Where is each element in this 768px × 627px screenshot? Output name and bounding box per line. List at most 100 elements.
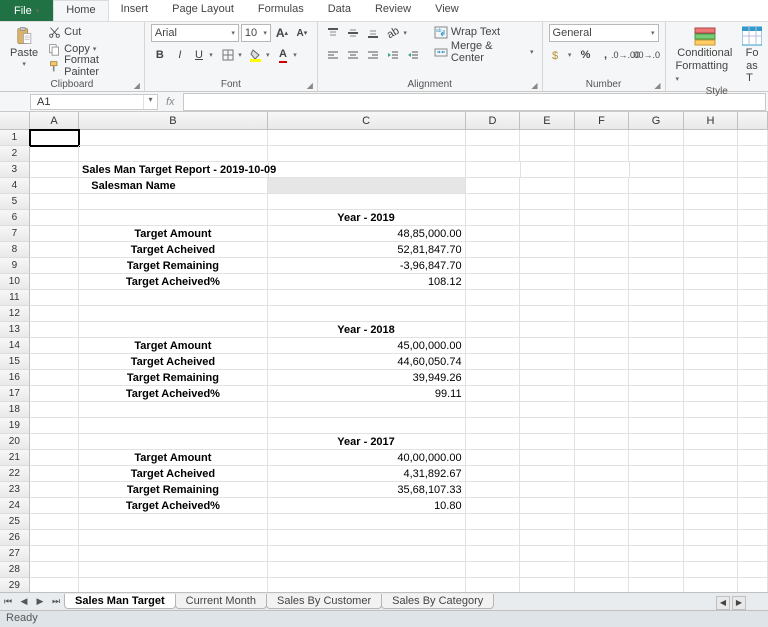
- cell[interactable]: [684, 530, 739, 546]
- cell[interactable]: [684, 498, 739, 514]
- cell[interactable]: [575, 322, 630, 338]
- cell[interactable]: [629, 514, 684, 530]
- cell[interactable]: Target Acheived: [79, 466, 267, 482]
- bold-button[interactable]: B: [151, 46, 169, 64]
- row-header[interactable]: 28: [0, 562, 30, 578]
- format-as-table-button[interactable]: Fo as T: [742, 24, 762, 86]
- cell[interactable]: [575, 530, 630, 546]
- scroll-left-icon[interactable]: ◀: [716, 596, 730, 610]
- font-size-combo[interactable]: 10▾: [241, 24, 271, 42]
- cell[interactable]: [629, 194, 684, 210]
- cell[interactable]: [520, 242, 575, 258]
- cell[interactable]: 35,68,107.33: [268, 482, 466, 498]
- cell[interactable]: [79, 418, 267, 434]
- cell[interactable]: [738, 386, 768, 402]
- cell[interactable]: [629, 546, 684, 562]
- cell[interactable]: [629, 226, 684, 242]
- cell[interactable]: [575, 434, 630, 450]
- cell[interactable]: [629, 306, 684, 322]
- dialog-launcher-icon[interactable]: ◢: [654, 81, 660, 90]
- cell[interactable]: [738, 562, 768, 578]
- cell[interactable]: [466, 306, 521, 322]
- cell[interactable]: [268, 290, 466, 306]
- cell[interactable]: [575, 306, 630, 322]
- cell[interactable]: [684, 226, 739, 242]
- cell[interactable]: 45,00,000.00: [268, 338, 466, 354]
- row-header[interactable]: 19: [0, 418, 30, 434]
- cell[interactable]: [30, 434, 80, 450]
- cell[interactable]: Year - 2019: [268, 210, 466, 226]
- chevron-down-icon[interactable]: ▾: [143, 95, 157, 109]
- row-header[interactable]: 8: [0, 242, 30, 258]
- cell[interactable]: [575, 178, 630, 194]
- cell[interactable]: [684, 546, 739, 562]
- cell[interactable]: [466, 130, 521, 146]
- cell[interactable]: [520, 418, 575, 434]
- row-header[interactable]: 20: [0, 434, 30, 450]
- cell[interactable]: [466, 146, 521, 162]
- cell[interactable]: [738, 546, 768, 562]
- cell[interactable]: [30, 354, 80, 370]
- cell[interactable]: [30, 194, 80, 210]
- cell[interactable]: 108.12: [268, 274, 466, 290]
- cell[interactable]: 4,31,892.67: [268, 466, 466, 482]
- cell[interactable]: [268, 530, 466, 546]
- col-header-edge[interactable]: [738, 112, 768, 129]
- cell[interactable]: [30, 482, 80, 498]
- cell[interactable]: [738, 482, 768, 498]
- cell[interactable]: [684, 402, 739, 418]
- cell[interactable]: [520, 466, 575, 482]
- row-header[interactable]: 2: [0, 146, 30, 162]
- cell[interactable]: [30, 386, 80, 402]
- cell[interactable]: [575, 418, 630, 434]
- cell[interactable]: [466, 370, 521, 386]
- cell[interactable]: [575, 274, 630, 290]
- col-header-A[interactable]: A: [30, 112, 80, 129]
- cell[interactable]: [520, 258, 575, 274]
- cell[interactable]: 48,85,000.00: [268, 226, 466, 242]
- cell[interactable]: [520, 178, 575, 194]
- cell[interactable]: [629, 338, 684, 354]
- row-header[interactable]: 3: [0, 162, 30, 178]
- cell[interactable]: [466, 450, 521, 466]
- cell[interactable]: [738, 530, 768, 546]
- row-header[interactable]: 25: [0, 514, 30, 530]
- cell[interactable]: [30, 258, 80, 274]
- row-header[interactable]: 26: [0, 530, 30, 546]
- row-header[interactable]: 10: [0, 274, 30, 290]
- fx-icon[interactable]: fx: [158, 96, 183, 108]
- row-header[interactable]: 11: [0, 290, 30, 306]
- cell[interactable]: [575, 354, 630, 370]
- cell[interactable]: [520, 338, 575, 354]
- cell[interactable]: [466, 290, 521, 306]
- number-format-combo[interactable]: General▾: [549, 24, 659, 42]
- cell[interactable]: [30, 322, 80, 338]
- cell[interactable]: Target Amount: [79, 226, 267, 242]
- cell[interactable]: [520, 146, 575, 162]
- decrease-indent-button[interactable]: [384, 46, 402, 64]
- cell[interactable]: [738, 402, 768, 418]
- cell[interactable]: [629, 498, 684, 514]
- cell[interactable]: [268, 146, 466, 162]
- cell[interactable]: [79, 530, 267, 546]
- cell[interactable]: [738, 306, 768, 322]
- select-all-corner[interactable]: [0, 112, 30, 129]
- cell[interactable]: [520, 306, 575, 322]
- row-header[interactable]: 23: [0, 482, 30, 498]
- conditional-formatting-button[interactable]: Conditional Formatting ▾: [672, 24, 739, 86]
- cell[interactable]: [684, 306, 739, 322]
- cell[interactable]: [466, 242, 521, 258]
- cell[interactable]: [738, 354, 768, 370]
- cell[interactable]: [466, 178, 521, 194]
- cell[interactable]: [30, 466, 80, 482]
- cell[interactable]: Target Amount: [79, 450, 267, 466]
- cell[interactable]: [520, 370, 575, 386]
- sheet-tab-sales-by-category[interactable]: Sales By Category: [381, 594, 494, 609]
- underline-button[interactable]: U▾: [191, 46, 217, 64]
- cell[interactable]: [738, 258, 768, 274]
- accounting-format-button[interactable]: $▾: [549, 46, 575, 64]
- cell[interactable]: [520, 498, 575, 514]
- cell[interactable]: [466, 418, 521, 434]
- cell[interactable]: [629, 466, 684, 482]
- cell[interactable]: [684, 162, 738, 178]
